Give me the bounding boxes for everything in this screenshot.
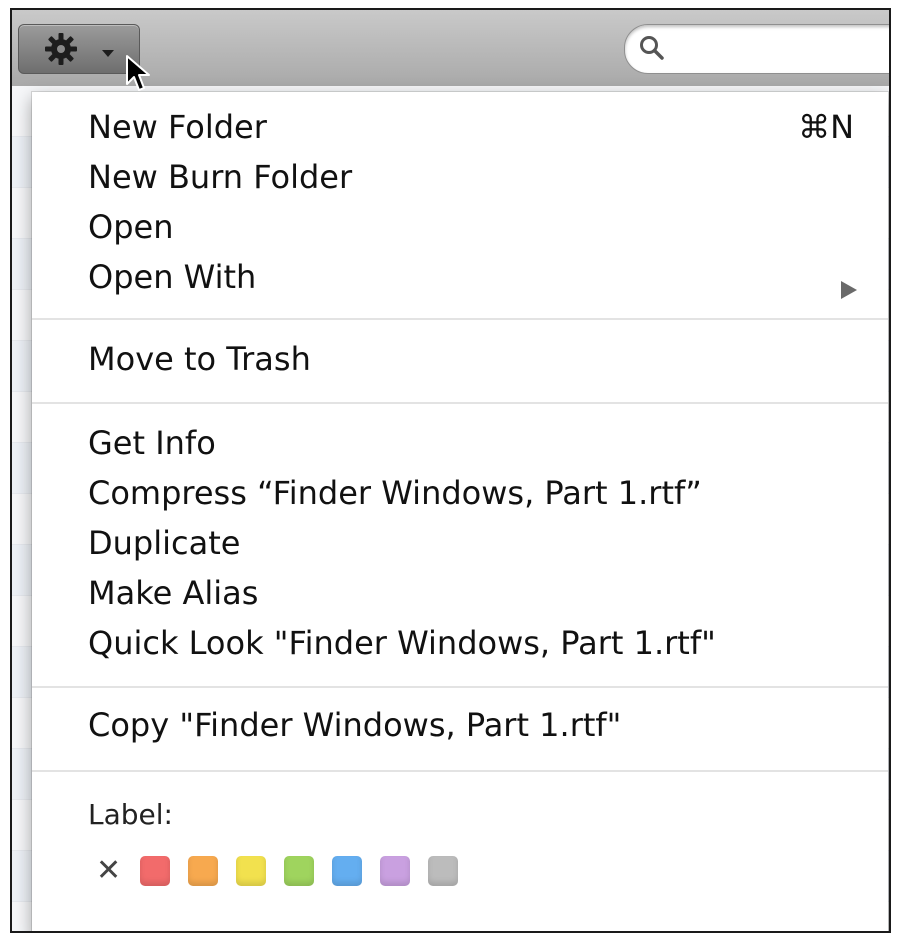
menu-item-label: Make Alias	[88, 574, 259, 612]
menu-item-label: New Burn Folder	[88, 158, 353, 196]
menu-item-label: Copy "Finder Windows, Part 1.rtf"	[88, 706, 622, 744]
search-input[interactable]	[675, 33, 889, 65]
mouse-pointer-icon	[124, 54, 154, 98]
label-section-title: Label:	[88, 798, 173, 831]
menu-item-get-info[interactable]: Get Info	[32, 422, 888, 470]
menu-item-label: Open With	[88, 258, 257, 296]
menu-item-new-burn-folder[interactable]: New Burn Folder	[32, 156, 888, 204]
menu-item-open[interactable]: Open	[32, 206, 888, 254]
label-swatch-gray[interactable]	[428, 856, 458, 886]
menu-item-label: Quick Look "Finder Windows, Part 1.rtf"	[88, 624, 716, 662]
menu-item-duplicate[interactable]: Duplicate	[32, 522, 888, 570]
menu-item-move-to-trash[interactable]: Move to Trash	[32, 338, 888, 386]
menu-item-make-alias[interactable]: Make Alias	[32, 572, 888, 620]
menu-item-label: Move to Trash	[88, 340, 311, 378]
search-field[interactable]	[624, 24, 889, 74]
label-swatch-green[interactable]	[284, 856, 314, 886]
label-swatch-blue[interactable]	[332, 856, 362, 886]
search-icon	[639, 35, 665, 65]
menu-separator	[32, 402, 888, 404]
menu-item-label: Compress “Finder Windows, Part 1.rtf”	[88, 474, 702, 512]
gear-icon	[43, 31, 79, 71]
menu-item-label: Duplicate	[88, 524, 241, 562]
clear-label-button[interactable]: ✕	[96, 853, 121, 888]
submenu-arrow-icon	[840, 270, 858, 308]
menu-item-open-with[interactable]: Open With	[32, 256, 888, 304]
action-context-menu: New Folder ⌘N New Burn Folder Open Open …	[32, 92, 888, 931]
chevron-down-icon	[101, 44, 115, 63]
label-swatch-orange[interactable]	[188, 856, 218, 886]
label-swatch-red[interactable]	[140, 856, 170, 886]
menu-item-label: New Folder	[88, 108, 267, 146]
menu-item-quick-look[interactable]: Quick Look "Finder Windows, Part 1.rtf"	[32, 622, 888, 670]
menu-item-label: Open	[88, 208, 174, 246]
menu-item-label: Get Info	[88, 424, 216, 462]
action-menu-button[interactable]	[18, 24, 140, 74]
menu-item-compress[interactable]: Compress “Finder Windows, Part 1.rtf”	[32, 472, 888, 520]
finder-window: New Folder ⌘N New Burn Folder Open Open …	[10, 8, 891, 933]
menu-separator	[32, 318, 888, 320]
menu-separator	[32, 770, 888, 772]
label-swatch-purple[interactable]	[380, 856, 410, 886]
label-swatch-yellow[interactable]	[236, 856, 266, 886]
menu-separator	[32, 686, 888, 688]
menu-item-shortcut: ⌘N	[798, 108, 854, 146]
menu-item-copy[interactable]: Copy "Finder Windows, Part 1.rtf"	[32, 704, 888, 752]
menu-item-new-folder[interactable]: New Folder ⌘N	[32, 106, 888, 154]
